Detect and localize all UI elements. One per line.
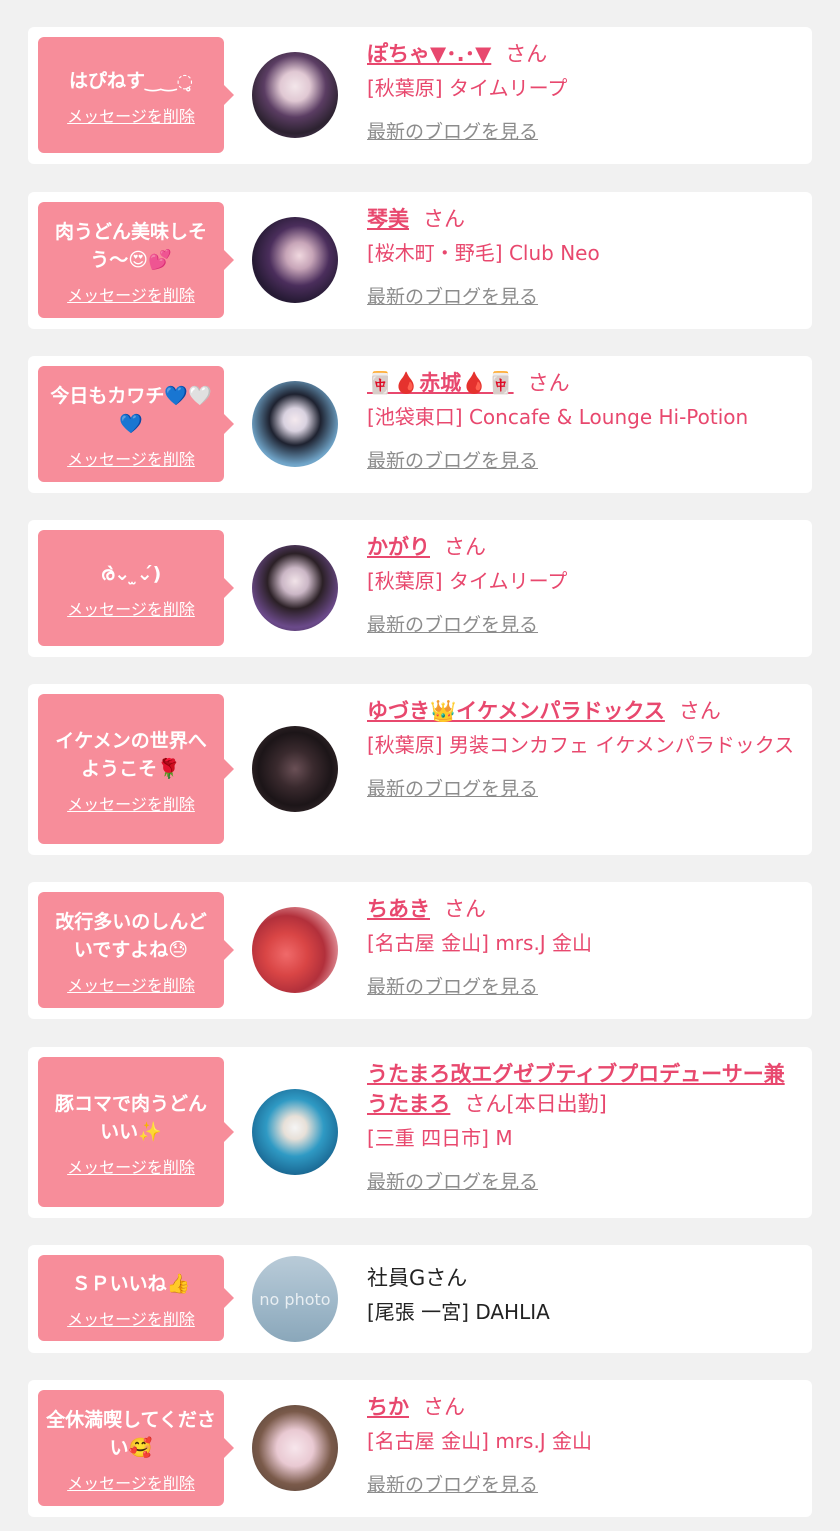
honorific: さん xyxy=(527,371,570,395)
message-bubble: はぴねす‿‿◌̥ メッセージを削除 xyxy=(38,37,234,153)
avatar[interactable] xyxy=(252,1089,338,1175)
honorific: さん xyxy=(444,897,486,921)
message-bubble: 肉うどん美味しそう〜😍💕 メッセージを削除 xyxy=(38,202,234,318)
delete-message-link[interactable]: メッセージを削除 xyxy=(67,1306,195,1330)
message-text: 全休満喫してください🥰 xyxy=(46,1409,216,1459)
avatar[interactable] xyxy=(252,52,338,138)
honorific: さん xyxy=(678,699,721,723)
message-card: 今日もカワチ💙🤍💙 メッセージを削除 🀄🩸赤城🩸🀄 さん [池袋東口] Conca… xyxy=(28,356,812,493)
message-bubble: 改行多いのしんどいですよね😓 メッセージを削除 xyxy=(38,892,234,1008)
shop-name: [秋葉原] 男装コンカフェ イケメンパラドックス xyxy=(367,733,795,757)
latest-blog-link[interactable]: 最新のブログを見る xyxy=(367,972,538,999)
delete-message-link[interactable]: メッセージを削除 xyxy=(67,596,195,620)
message-bubble: ＳＰいいね👍 メッセージを削除 xyxy=(38,1255,234,1341)
sender-info: ちか さん [名古屋 金山] mrs.J 金山 最新のブログを見る xyxy=(367,1392,798,1497)
delete-message-link[interactable]: メッセージを削除 xyxy=(67,1154,195,1178)
delete-message-link[interactable]: メッセージを削除 xyxy=(67,446,195,470)
avatar[interactable] xyxy=(252,545,338,631)
avatar[interactable] xyxy=(252,907,338,993)
message-card: ര̀⌄ ̫⌄́) メッセージを削除 かがり さん [秋葉原] タイムリープ 最新の… xyxy=(28,520,812,657)
message-bubble: ര̀⌄ ̫⌄́) メッセージを削除 xyxy=(38,530,234,646)
message-text: 改行多いのしんどいですよね😓 xyxy=(55,911,207,961)
sender-name-link[interactable]: ぽちゃ▼･.･▼ xyxy=(367,42,491,66)
latest-blog-link[interactable]: 最新のブログを見る xyxy=(367,610,538,637)
shop-name: [名古屋 金山] mrs.J 金山 xyxy=(367,931,593,955)
delete-message-link[interactable]: メッセージを削除 xyxy=(67,282,195,306)
sender-name-link[interactable]: ゆづき👑イケメンパラドックス xyxy=(367,699,665,723)
shop-name: [名古屋 金山] mrs.J 金山 xyxy=(367,1429,593,1453)
latest-blog-link[interactable]: 最新のブログを見る xyxy=(367,1470,538,1497)
message-card: 肉うどん美味しそう〜😍💕 メッセージを削除 琴美 さん [桜木町・野毛] Club… xyxy=(28,192,812,329)
message-text: イケメンの世界へようこそ🌹 xyxy=(55,730,207,780)
message-card: イケメンの世界へようこそ🌹 メッセージを削除 ゆづき👑イケメンパラドックス さん … xyxy=(28,684,812,855)
latest-blog-link[interactable]: 最新のブログを見る xyxy=(367,117,538,144)
sender-name-link[interactable]: 琴美 xyxy=(367,207,409,231)
shop-name: [尾張 一宮] DAHLIA xyxy=(367,1300,550,1324)
sender-info: 🀄🩸赤城🩸🀄 さん [池袋東口] Concafe & Lounge Hi-Poti… xyxy=(367,368,798,473)
sender-info: うたまろ改エグゼブティブプロデューサー兼うたまろ さん[本日出勤] [三重 四日市… xyxy=(367,1059,798,1194)
sender-info: ちあき さん [名古屋 金山] mrs.J 金山 最新のブログを見る xyxy=(367,894,798,999)
sender-name: 社員G xyxy=(367,1266,426,1290)
message-bubble: 豚コマで肉うどんいい✨ メッセージを削除 xyxy=(38,1057,234,1207)
latest-blog-link[interactable]: 最新のブログを見る xyxy=(367,1167,538,1194)
shop-name: [秋葉原] タイムリープ xyxy=(367,569,568,593)
message-text: はぴねす‿‿◌̥ xyxy=(68,70,194,92)
latest-blog-link[interactable]: 最新のブログを見る xyxy=(367,774,538,801)
no-photo-label: no photo xyxy=(259,1290,331,1309)
sender-name-link[interactable]: ちあき xyxy=(367,897,430,921)
sender-name-link[interactable]: 🀄🩸赤城🩸🀄 xyxy=(367,371,514,395)
message-card: 豚コマで肉うどんいい✨ メッセージを削除 うたまろ改エグゼブティブプロデューサー… xyxy=(28,1047,812,1218)
avatar[interactable] xyxy=(252,381,338,467)
sender-info: 琴美 さん [桜木町・野毛] Club Neo 最新のブログを見る xyxy=(367,204,798,309)
message-bubble: 今日もカワチ💙🤍💙 メッセージを削除 xyxy=(38,366,234,482)
message-text: 豚コマで肉うどんいい✨ xyxy=(54,1093,207,1143)
avatar: no photo xyxy=(252,1256,338,1342)
honorific: さん xyxy=(425,1266,468,1290)
shop-name: [池袋東口] Concafe & Lounge Hi-Potion xyxy=(367,405,749,429)
avatar[interactable] xyxy=(252,1405,338,1491)
shop-name: [三重 四日市] M xyxy=(367,1126,513,1150)
honorific: さん[本日出勤] xyxy=(464,1092,607,1116)
sender-name-link[interactable]: ちか xyxy=(367,1395,409,1419)
message-bubble: イケメンの世界へようこそ🌹 メッセージを削除 xyxy=(38,694,234,844)
honorific: さん xyxy=(423,1395,465,1419)
sender-name-link[interactable]: かがり xyxy=(367,535,430,559)
honorific: さん xyxy=(444,535,486,559)
shop-name: [桜木町・野毛] Club Neo xyxy=(367,241,600,265)
sender-info: ゆづき👑イケメンパラドックス さん [秋葉原] 男装コンカフェ イケメンパラドック… xyxy=(367,696,798,801)
delete-message-link[interactable]: メッセージを削除 xyxy=(67,972,195,996)
shop-name: [秋葉原] タイムリープ xyxy=(367,76,568,100)
delete-message-link[interactable]: メッセージを削除 xyxy=(67,791,195,815)
sender-info: 社員Gさん [尾張 一宮] DAHLIA xyxy=(367,1263,798,1327)
delete-message-link[interactable]: メッセージを削除 xyxy=(67,103,195,127)
message-card: はぴねす‿‿◌̥ メッセージを削除 ぽちゃ▼･.･▼ さん [秋葉原] タイムリー… xyxy=(28,27,812,164)
message-text: ര̀⌄ ̫⌄́) xyxy=(100,563,162,585)
sender-info: ぽちゃ▼･.･▼ さん [秋葉原] タイムリープ 最新のブログを見る xyxy=(367,39,798,144)
message-bubble: 全休満喫してください🥰 メッセージを削除 xyxy=(38,1390,234,1506)
latest-blog-link[interactable]: 最新のブログを見る xyxy=(367,282,538,309)
honorific: さん xyxy=(423,207,465,231)
message-card: 改行多いのしんどいですよね😓 メッセージを削除 ちあき さん [名古屋 金山] m… xyxy=(28,882,812,1019)
message-card: 全休満喫してください🥰 メッセージを削除 ちか さん [名古屋 金山] mrs.J… xyxy=(28,1380,812,1517)
message-text: 今日もカワチ💙🤍💙 xyxy=(50,385,212,435)
message-text: ＳＰいいね👍 xyxy=(71,1273,191,1295)
message-card: ＳＰいいね👍 メッセージを削除 no photo 社員Gさん [尾張 一宮] D… xyxy=(28,1245,812,1353)
honorific: さん xyxy=(505,42,548,66)
sender-info: かがり さん [秋葉原] タイムリープ 最新のブログを見る xyxy=(367,532,798,637)
avatar[interactable] xyxy=(252,726,338,812)
delete-message-link[interactable]: メッセージを削除 xyxy=(67,1470,195,1494)
avatar[interactable] xyxy=(252,217,338,303)
message-text: 肉うどん美味しそう〜😍💕 xyxy=(54,221,207,271)
latest-blog-link[interactable]: 最新のブログを見る xyxy=(367,446,538,473)
